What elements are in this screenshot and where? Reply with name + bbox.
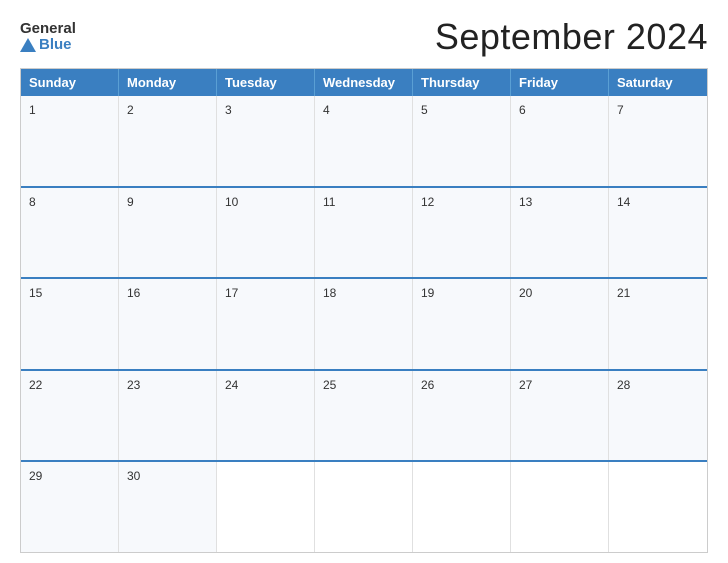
day-cell-13: 13 xyxy=(511,188,609,278)
day-cell-16: 16 xyxy=(119,279,217,369)
day-cell-26: 26 xyxy=(413,371,511,461)
weeks-container: 1 2 3 4 5 6 7 8 9 10 11 12 13 14 15 xyxy=(21,96,707,552)
day-cell-15: 15 xyxy=(21,279,119,369)
logo-general-text: General xyxy=(20,21,76,38)
day-cell-11: 11 xyxy=(315,188,413,278)
day-cell-29: 29 xyxy=(21,462,119,552)
day-cell-8: 8 xyxy=(21,188,119,278)
logo: General Blue xyxy=(20,21,76,54)
header: General Blue September 2024 xyxy=(20,16,708,58)
logo-blue-text: Blue xyxy=(39,37,72,54)
day-cell-21: 21 xyxy=(609,279,707,369)
header-sunday: Sunday xyxy=(21,69,119,96)
day-cell-6: 6 xyxy=(511,96,609,186)
day-cell-empty-2 xyxy=(315,462,413,552)
header-wednesday: Wednesday xyxy=(315,69,413,96)
day-cell-empty-1 xyxy=(217,462,315,552)
week-row-5: 29 30 xyxy=(21,460,707,552)
day-cell-empty-4 xyxy=(511,462,609,552)
day-cell-19: 19 xyxy=(413,279,511,369)
day-cell-empty-5 xyxy=(609,462,707,552)
day-cell-1: 1 xyxy=(21,96,119,186)
page: General Blue September 2024 Sunday Monda… xyxy=(0,0,728,563)
day-cell-7: 7 xyxy=(609,96,707,186)
logo-blue-row: Blue xyxy=(20,37,72,54)
day-cell-5: 5 xyxy=(413,96,511,186)
logo-triangle-icon xyxy=(20,38,36,52)
week-row-3: 15 16 17 18 19 20 21 xyxy=(21,277,707,369)
day-cell-22: 22 xyxy=(21,371,119,461)
header-friday: Friday xyxy=(511,69,609,96)
day-cell-23: 23 xyxy=(119,371,217,461)
day-cell-empty-3 xyxy=(413,462,511,552)
calendar: Sunday Monday Tuesday Wednesday Thursday… xyxy=(20,68,708,553)
day-cell-27: 27 xyxy=(511,371,609,461)
week-row-1: 1 2 3 4 5 6 7 xyxy=(21,96,707,186)
week-row-4: 22 23 24 25 26 27 28 xyxy=(21,369,707,461)
day-cell-3: 3 xyxy=(217,96,315,186)
day-cell-10: 10 xyxy=(217,188,315,278)
day-headers-row: Sunday Monday Tuesday Wednesday Thursday… xyxy=(21,69,707,96)
calendar-title: September 2024 xyxy=(435,16,708,58)
day-cell-2: 2 xyxy=(119,96,217,186)
day-cell-30: 30 xyxy=(119,462,217,552)
week-row-2: 8 9 10 11 12 13 14 xyxy=(21,186,707,278)
day-cell-12: 12 xyxy=(413,188,511,278)
header-tuesday: Tuesday xyxy=(217,69,315,96)
header-saturday: Saturday xyxy=(609,69,707,96)
day-cell-9: 9 xyxy=(119,188,217,278)
header-monday: Monday xyxy=(119,69,217,96)
day-cell-4: 4 xyxy=(315,96,413,186)
day-cell-20: 20 xyxy=(511,279,609,369)
day-cell-28: 28 xyxy=(609,371,707,461)
day-cell-25: 25 xyxy=(315,371,413,461)
header-thursday: Thursday xyxy=(413,69,511,96)
day-cell-14: 14 xyxy=(609,188,707,278)
day-cell-18: 18 xyxy=(315,279,413,369)
day-cell-24: 24 xyxy=(217,371,315,461)
day-cell-17: 17 xyxy=(217,279,315,369)
